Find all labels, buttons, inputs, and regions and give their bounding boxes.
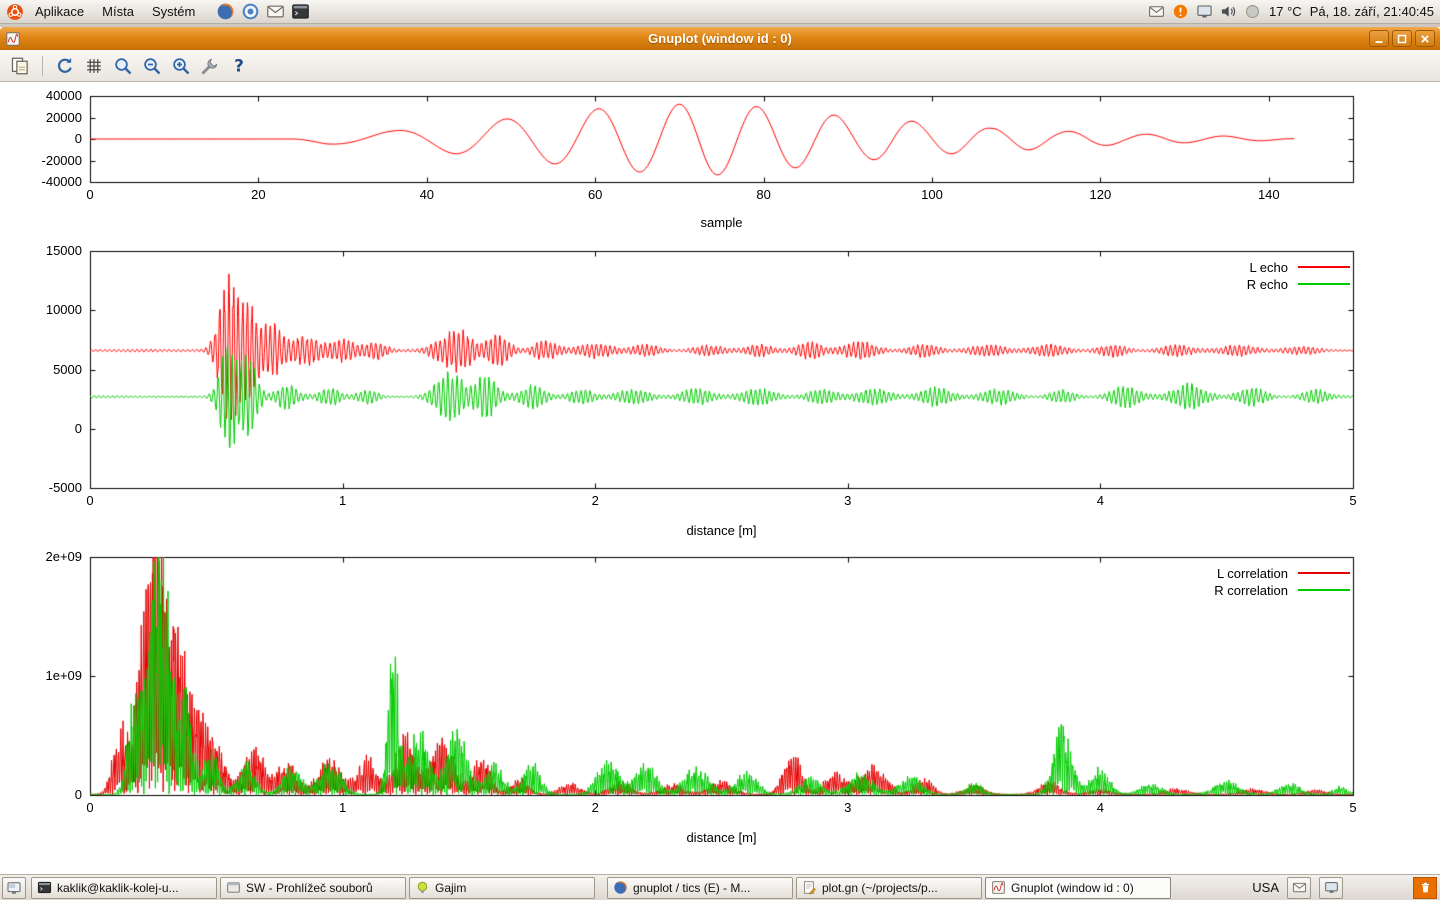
taskbar-tray bbox=[1287, 877, 1343, 899]
display-icon[interactable] bbox=[1196, 3, 1213, 20]
window-controls bbox=[1369, 30, 1435, 47]
taskbar-item[interactable]: kaklik@kaklik-kolej-u... bbox=[31, 877, 217, 899]
taskbar-item-label: plot.gn (~/projects/p... bbox=[822, 881, 938, 895]
gnuplot-window-icon bbox=[5, 31, 21, 47]
grid-icon[interactable] bbox=[82, 54, 106, 78]
firefox-icon[interactable] bbox=[216, 2, 235, 21]
gnuplot-window: Gnuplot (window id : 0) ? 02040608010012… bbox=[0, 27, 1440, 874]
top-panel: AplikaceMístaSystém 17 °C Pá, 18. září, … bbox=[0, 0, 1440, 24]
close-button[interactable] bbox=[1415, 30, 1435, 47]
applications-menu[interactable]: Aplikace bbox=[28, 2, 91, 21]
panel-launchers bbox=[216, 2, 310, 21]
question-icon[interactable]: ? bbox=[227, 54, 251, 78]
zoom-out-icon[interactable] bbox=[140, 54, 164, 78]
window-titlebar[interactable]: Gnuplot (window id : 0) bbox=[0, 27, 1440, 50]
minimize-button[interactable] bbox=[1369, 30, 1389, 47]
weather-icon[interactable] bbox=[1244, 3, 1261, 20]
display-tray-tile[interactable] bbox=[1319, 877, 1343, 899]
desktop: AplikaceMístaSystém 17 °C Pá, 18. září, … bbox=[0, 0, 1440, 900]
gnuplot-icon bbox=[991, 880, 1006, 895]
plot-canvas[interactable] bbox=[0, 82, 1440, 874]
taskbar: kaklik@kaklik-kolej-u... SW - Prohlížeč s… bbox=[0, 874, 1440, 900]
taskbar-item-label: Gnuplot (window id : 0) bbox=[1011, 881, 1134, 895]
window-list: kaklik@kaklik-kolej-u... SW - Prohlížeč s… bbox=[31, 877, 1171, 899]
mail-tray-tile[interactable] bbox=[1287, 877, 1311, 899]
svg-text:?: ? bbox=[234, 56, 244, 76]
trash-applet[interactable] bbox=[1413, 877, 1437, 899]
taskbar-right: USA bbox=[1252, 877, 1438, 899]
applications-menu-icon[interactable] bbox=[6, 3, 24, 21]
update-icon[interactable] bbox=[1172, 3, 1189, 20]
help-ring-icon[interactable] bbox=[241, 2, 260, 21]
window-title: Gnuplot (window id : 0) bbox=[0, 31, 1440, 46]
copy-icon[interactable] bbox=[8, 54, 32, 78]
toolbar-separator bbox=[42, 56, 43, 76]
taskbar-item-label: kaklik@kaklik-kolej-u... bbox=[57, 881, 179, 895]
filemanager-icon bbox=[226, 880, 241, 895]
places-menu[interactable]: Místa bbox=[95, 2, 141, 21]
temperature-indicator[interactable]: 17 °C bbox=[1269, 4, 1302, 19]
taskbar-item[interactable]: gnuplot / tics (E) - M... bbox=[607, 877, 793, 899]
refresh-icon[interactable] bbox=[53, 54, 77, 78]
settings-icon[interactable] bbox=[198, 54, 222, 78]
terminal-icon bbox=[37, 880, 52, 895]
taskbar-item-label: SW - Prohlížeč souborů bbox=[246, 881, 373, 895]
zoom-fit-icon[interactable] bbox=[111, 54, 135, 78]
taskbar-item[interactable]: SW - Prohlížeč souborů bbox=[220, 877, 406, 899]
panel-menus: AplikaceMístaSystém bbox=[6, 2, 310, 21]
firefox-icon bbox=[613, 880, 628, 895]
maximize-button[interactable] bbox=[1392, 30, 1412, 47]
mail-icon[interactable] bbox=[266, 2, 285, 21]
panel-indicators: 17 °C Pá, 18. září, 21:40:45 bbox=[1148, 3, 1434, 20]
terminal-icon[interactable] bbox=[291, 2, 310, 21]
panel-tray bbox=[1148, 3, 1261, 20]
taskbar-item-label: gnuplot / tics (E) - M... bbox=[633, 881, 750, 895]
gajim-icon bbox=[415, 880, 430, 895]
zoom-in-icon[interactable] bbox=[169, 54, 193, 78]
show-desktop-button[interactable] bbox=[2, 877, 26, 899]
taskbar-item-label: Gajim bbox=[435, 881, 466, 895]
keyboard-layout-indicator[interactable]: USA bbox=[1252, 880, 1279, 895]
plot-area: 020406080100120140-40000-200000200004000… bbox=[0, 82, 1440, 874]
system-menu[interactable]: Systém bbox=[145, 2, 202, 21]
volume-icon[interactable] bbox=[1220, 3, 1237, 20]
taskbar-item-active[interactable]: Gnuplot (window id : 0) bbox=[985, 877, 1171, 899]
taskbar-item[interactable]: plot.gn (~/projects/p... bbox=[796, 877, 982, 899]
taskbar-item[interactable]: Gajim bbox=[409, 877, 595, 899]
editor-icon bbox=[802, 880, 817, 895]
gnuplot-toolbar: ? bbox=[0, 50, 1440, 82]
clock[interactable]: Pá, 18. září, 21:40:45 bbox=[1310, 4, 1434, 19]
mail-icon[interactable] bbox=[1148, 3, 1165, 20]
